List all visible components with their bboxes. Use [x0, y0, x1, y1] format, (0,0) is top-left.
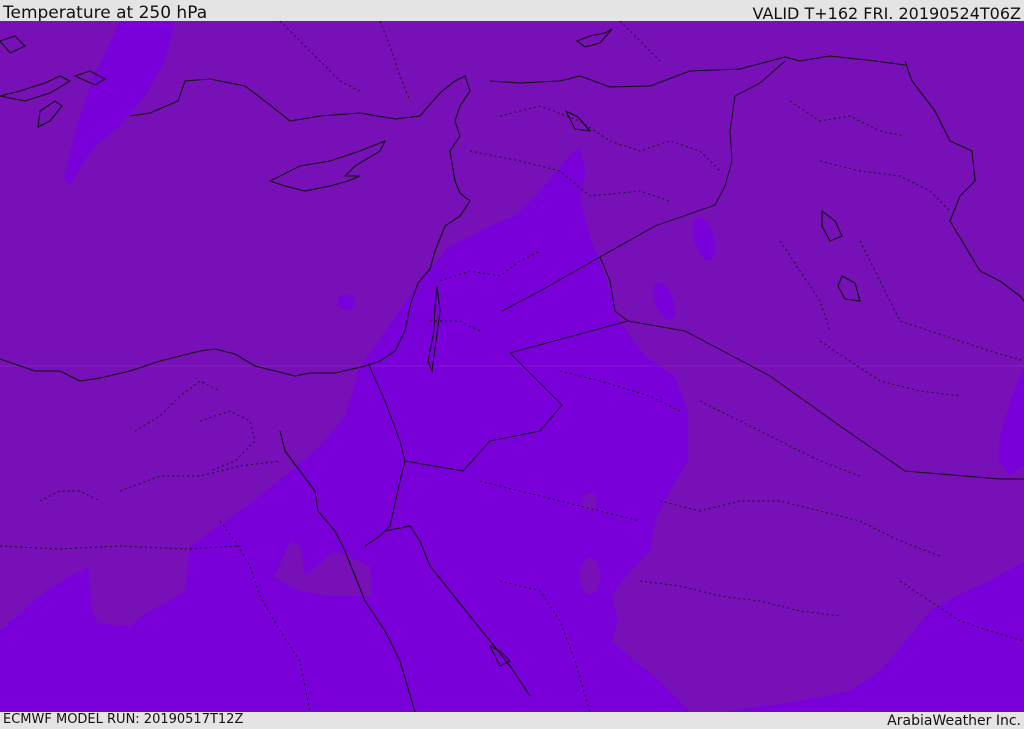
map-title: Temperature at 250 hPa: [3, 3, 208, 23]
temperature-band-cold-spot-1: [337, 294, 355, 310]
temperature-band-warm-spot-2: [580, 558, 600, 594]
header-bar: Temperature at 250 hPa VALID T+162 FRI. …: [0, 0, 1024, 23]
weather-map[interactable]: [0, 21, 1024, 712]
brand-label: ArabiaWeather Inc.: [887, 713, 1021, 729]
map-canvas: [0, 21, 1024, 712]
model-run: ECMWF MODEL RUN: 20190517T12Z: [3, 712, 244, 727]
temperature-band-warm-spot-1: [583, 493, 597, 511]
footer-bar: ECMWF MODEL RUN: 20190517T12Z ArabiaWeat…: [0, 712, 1024, 729]
